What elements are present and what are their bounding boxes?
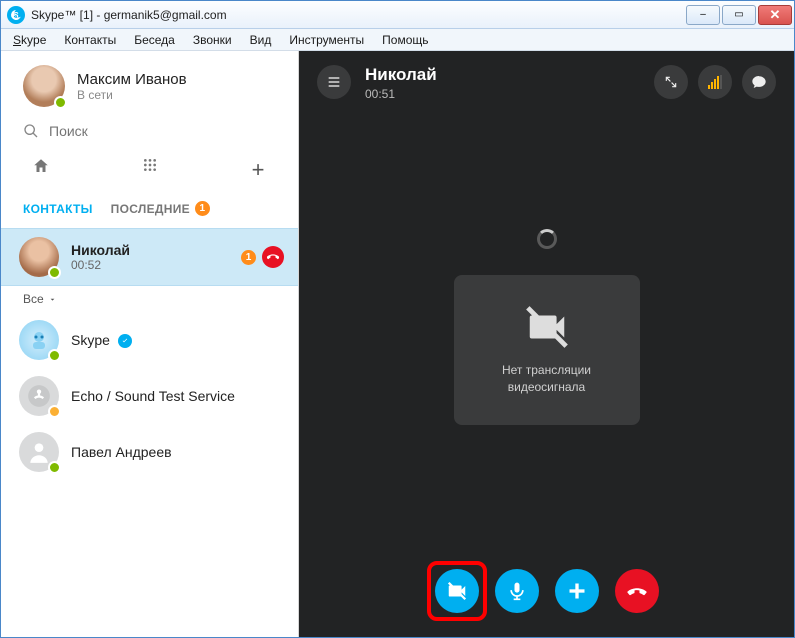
call-controls — [435, 569, 659, 613]
plus-icon — [567, 581, 587, 601]
contact-row-echo[interactable]: Echo / Sound Test Service — [1, 368, 298, 424]
toggle-video-button[interactable] — [435, 569, 479, 613]
contact-avatar — [19, 237, 59, 277]
home-icon[interactable] — [31, 157, 51, 183]
menu-conversation[interactable]: Беседа — [126, 31, 183, 49]
microphone-icon — [507, 581, 527, 601]
call-contact-name: Николай — [365, 65, 640, 85]
presence-icon — [48, 349, 61, 362]
signal-icon — [708, 75, 722, 89]
window-titlebar: Skype™ [1] - germanik5@gmail.com – ▭ ✕ — [1, 1, 794, 29]
menu-help[interactable]: Помощь — [374, 31, 436, 49]
fullscreen-button[interactable] — [654, 65, 688, 99]
contact-filter[interactable]: Все — [1, 286, 298, 312]
hangup-mini-button[interactable] — [262, 246, 284, 268]
dialpad-icon[interactable] — [140, 157, 160, 183]
unread-badge: 1 — [241, 250, 256, 265]
no-video-text-1: Нет трансляции — [502, 362, 591, 379]
contact-avatar — [19, 376, 59, 416]
menu-calls[interactable]: Звонки — [185, 31, 240, 49]
no-video-icon — [524, 304, 570, 350]
contact-avatar — [19, 320, 59, 360]
call-duration: 00:52 — [71, 258, 241, 272]
tab-recent[interactable]: ПОСЛЕДНИЕ 1 — [111, 201, 210, 216]
contact-row-active-call[interactable]: Николай 00:52 1 — [1, 228, 298, 286]
tab-recent-label: ПОСЛЕДНИЕ — [111, 202, 190, 216]
menubar: Skype Контакты Беседа Звонки Вид Инструм… — [1, 29, 794, 51]
nav-icon-row: + — [1, 151, 298, 193]
recent-badge: 1 — [195, 201, 210, 216]
search-input[interactable] — [49, 123, 276, 139]
self-status: В сети — [77, 88, 187, 102]
skype-logo-icon — [7, 6, 25, 24]
call-header: Николай 00:51 — [299, 51, 794, 115]
window-title: Skype™ [1] - germanik5@gmail.com — [31, 8, 684, 22]
chat-icon — [751, 74, 767, 90]
search-icon — [23, 123, 39, 139]
loading-spinner-icon — [537, 229, 557, 249]
new-chat-icon[interactable]: + — [248, 157, 268, 183]
chevron-down-icon — [48, 295, 57, 304]
menu-tools[interactable]: Инструменты — [281, 31, 372, 49]
self-profile[interactable]: Максим Иванов В сети — [1, 51, 298, 117]
contact-name: Николай — [71, 242, 241, 258]
toggle-mic-button[interactable] — [495, 569, 539, 613]
close-button[interactable]: ✕ — [758, 5, 792, 25]
add-participant-button[interactable] — [555, 569, 599, 613]
minimize-button[interactable]: – — [686, 5, 720, 25]
call-menu-button[interactable] — [317, 65, 351, 99]
fullscreen-icon — [664, 75, 678, 89]
search-row[interactable] — [1, 117, 298, 151]
call-pane: Николай 00:51 Нет тран — [299, 51, 794, 637]
sidebar: Максим Иванов В сети + КОНТАКТЫ ПОСЛЕДНИ… — [1, 51, 299, 637]
menu-skype[interactable]: Skype — [5, 31, 54, 49]
camera-off-icon — [446, 580, 468, 602]
menu-view[interactable]: Вид — [242, 31, 280, 49]
contact-tabs: КОНТАКТЫ ПОСЛЕДНИЕ 1 — [1, 193, 298, 228]
call-timer: 00:51 — [365, 87, 640, 101]
no-video-box: Нет трансляции видеосигнала — [454, 275, 640, 425]
contact-name: Skype — [71, 332, 284, 348]
presence-icon — [48, 461, 61, 474]
self-presence-icon — [54, 96, 67, 109]
presence-icon — [48, 266, 61, 279]
contact-avatar — [19, 432, 59, 472]
contact-row-pavel[interactable]: Павел Андреев — [1, 424, 298, 480]
filter-label: Все — [23, 292, 44, 306]
menu-contacts[interactable]: Контакты — [56, 31, 124, 49]
self-name: Максим Иванов — [77, 71, 187, 88]
tab-contacts[interactable]: КОНТАКТЫ — [23, 201, 93, 216]
list-icon — [326, 74, 342, 90]
verified-icon — [118, 334, 132, 348]
hangup-button[interactable] — [615, 569, 659, 613]
self-avatar — [23, 65, 65, 107]
maximize-button[interactable]: ▭ — [722, 5, 756, 25]
window-controls: – ▭ ✕ — [684, 5, 792, 25]
contact-name: Echo / Sound Test Service — [71, 388, 284, 404]
chat-button[interactable] — [742, 65, 776, 99]
no-video-text-2: видеосигнала — [502, 379, 591, 396]
presence-icon — [48, 405, 61, 418]
hangup-icon — [626, 580, 648, 602]
contact-name: Павел Андреев — [71, 444, 284, 460]
signal-button[interactable] — [698, 65, 732, 99]
contact-row-skype[interactable]: Skype — [1, 312, 298, 368]
